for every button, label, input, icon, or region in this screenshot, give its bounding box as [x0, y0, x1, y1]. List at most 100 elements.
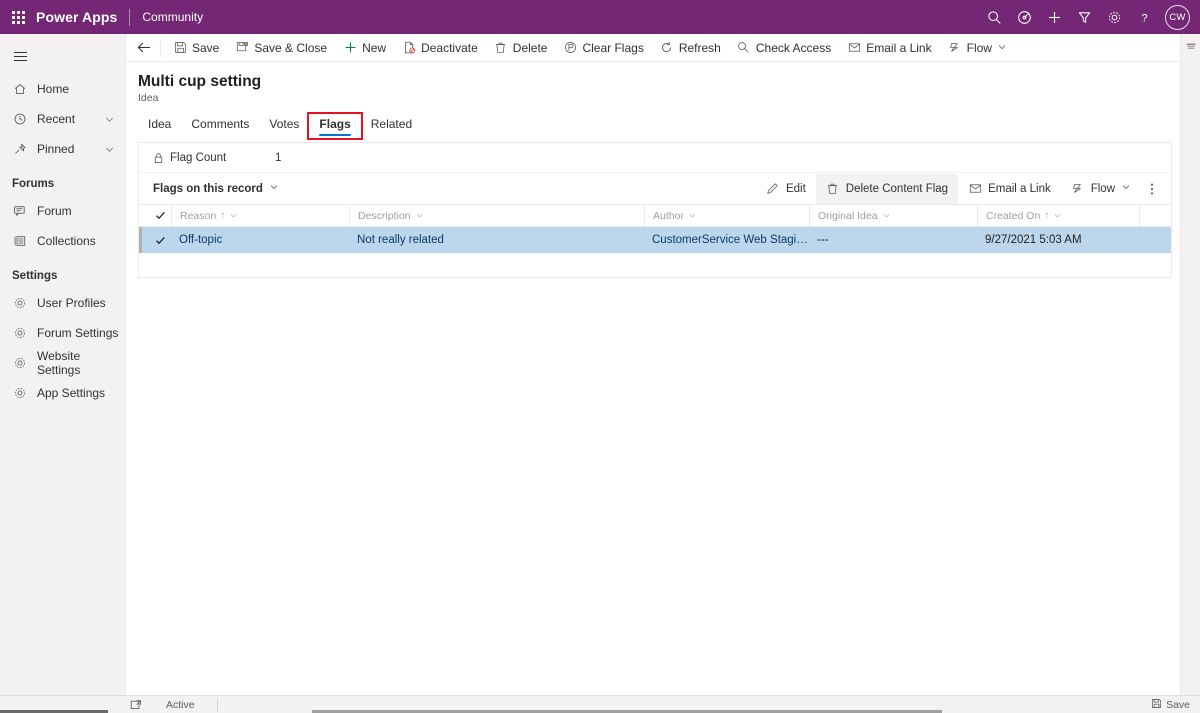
- new-button[interactable]: New: [335, 34, 394, 61]
- sidebar-item-app-settings[interactable]: App Settings: [0, 378, 125, 408]
- tab-idea[interactable]: Idea: [138, 117, 181, 138]
- column-header-original-idea[interactable]: Original Idea: [809, 204, 977, 227]
- tab-label: Idea: [148, 117, 172, 131]
- forum-icon: [12, 203, 28, 219]
- search-icon[interactable]: [979, 0, 1009, 34]
- tab-votes[interactable]: Votes: [259, 117, 309, 138]
- delete-content-flag-button[interactable]: Delete Content Flag: [815, 173, 959, 204]
- chevron-down-icon[interactable]: [104, 114, 115, 125]
- table-row[interactable]: Off-topic Not really related CustomerSer…: [139, 227, 1171, 253]
- command-label: Clear Flags: [582, 40, 644, 55]
- top-header-bar: Power Apps Community ? CW: [0, 0, 1200, 34]
- timeline-icon[interactable]: [1182, 38, 1200, 56]
- chevron-down-icon[interactable]: [688, 211, 697, 220]
- tab-comments[interactable]: Comments: [181, 117, 259, 138]
- chevron-down-icon[interactable]: [229, 211, 238, 220]
- sidebar-item-label: User Profiles: [37, 296, 106, 310]
- chevron-down-icon[interactable]: [1053, 211, 1062, 220]
- sidebar-item-label: Home: [37, 82, 70, 96]
- hamburger-menu-button[interactable]: [0, 38, 40, 74]
- filter-icon[interactable]: [1069, 0, 1099, 34]
- action-label: Flow: [1090, 182, 1115, 195]
- sidebar-item-collections[interactable]: Collections: [0, 226, 125, 256]
- cell-description[interactable]: Not really related: [349, 234, 644, 246]
- save-icon: [1151, 698, 1162, 712]
- sort-ascending-icon: ↑: [220, 210, 226, 221]
- chevron-down-icon[interactable]: [997, 41, 1007, 55]
- deactivate-button[interactable]: Deactivate: [394, 34, 486, 61]
- column-header-description[interactable]: Description: [349, 204, 644, 227]
- subgrid-view-selector[interactable]: Flags on this record: [153, 182, 279, 195]
- home-icon: [12, 81, 28, 97]
- edit-button[interactable]: Edit: [756, 174, 816, 204]
- cell-reason[interactable]: Off-topic: [171, 234, 349, 246]
- column-header-author[interactable]: Author: [644, 204, 809, 227]
- column-header-spacer: [1139, 204, 1171, 227]
- back-button[interactable]: [130, 34, 158, 61]
- collections-icon: [12, 233, 28, 249]
- command-label: Check Access: [755, 40, 832, 55]
- command-label: Save: [192, 40, 220, 55]
- more-commands-button[interactable]: [1141, 174, 1163, 204]
- refresh-button[interactable]: Refresh: [652, 34, 729, 61]
- tab-related[interactable]: Related: [361, 117, 422, 138]
- command-divider: [160, 38, 161, 57]
- command-label: Email a Link: [866, 40, 932, 55]
- chevron-down-icon[interactable]: [882, 211, 891, 220]
- status-save-button[interactable]: Save: [1151, 698, 1200, 712]
- brand-title[interactable]: Power Apps: [36, 9, 129, 25]
- sidebar-item-user-profiles[interactable]: User Profiles: [0, 288, 125, 318]
- column-header-created-on[interactable]: Created On ↑: [977, 204, 1139, 227]
- flow-icon: [1071, 182, 1085, 196]
- clear-flags-icon: [563, 41, 577, 55]
- chevron-down-icon: [1121, 182, 1131, 195]
- email-a-link-button[interactable]: Email a Link: [839, 34, 939, 61]
- open-in-new-window-icon[interactable]: [128, 699, 144, 711]
- tab-flags[interactable]: Flags: [307, 112, 363, 140]
- app-launcher-button[interactable]: [0, 0, 36, 34]
- gear-icon[interactable]: [1099, 0, 1129, 34]
- flow-button[interactable]: Flow: [940, 34, 1015, 61]
- environment-name[interactable]: Community: [142, 10, 203, 24]
- sidebar-item-pinned[interactable]: Pinned: [0, 134, 125, 164]
- sidebar-item-label: App Settings: [37, 386, 106, 400]
- save-button[interactable]: Save: [165, 34, 227, 61]
- chevron-down-icon[interactable]: [104, 144, 115, 155]
- clear-flags-button[interactable]: Clear Flags: [555, 34, 651, 61]
- record-status: Active: [166, 698, 195, 711]
- flag-count-field: Flag Count 1: [139, 143, 1171, 173]
- pencil-icon: [766, 182, 780, 196]
- command-label: Deactivate: [421, 40, 478, 55]
- save-and-close-button[interactable]: Save & Close: [227, 34, 335, 61]
- chevron-down-icon[interactable]: [415, 211, 424, 220]
- target-icon[interactable]: [1009, 0, 1039, 34]
- sidebar-item-recent[interactable]: Recent: [0, 104, 125, 134]
- page-title: Multi cup setting: [138, 73, 262, 90]
- select-all-checkbox[interactable]: [149, 210, 171, 221]
- sidebar-item-website-settings[interactable]: Website Settings: [0, 348, 125, 378]
- sidebar-item-home[interactable]: Home: [0, 74, 125, 104]
- avatar[interactable]: CW: [1165, 4, 1190, 30]
- power-apps-window: Power Apps Community ? CW Home Recent Pi…: [0, 0, 1200, 713]
- help-icon[interactable]: ?: [1129, 0, 1159, 34]
- email-a-link-button[interactable]: Email a Link: [958, 174, 1061, 204]
- sidebar-item-forum-settings[interactable]: Forum Settings: [0, 318, 125, 348]
- delete-button[interactable]: Delete: [486, 34, 556, 61]
- sort-ascending-icon: ↑: [1044, 210, 1050, 221]
- flow-button[interactable]: Flow: [1061, 174, 1141, 204]
- row-checkbox[interactable]: [149, 235, 171, 246]
- trash-icon: [494, 41, 508, 55]
- record-header: Multi cup setting Idea: [126, 62, 1200, 104]
- column-header-reason[interactable]: Reason ↑: [171, 204, 349, 227]
- check-access-button[interactable]: Check Access: [729, 34, 839, 61]
- save-close-icon: [235, 41, 249, 55]
- flag-count-value: 1: [275, 151, 282, 164]
- plus-icon[interactable]: [1039, 0, 1069, 34]
- refresh-icon: [660, 41, 674, 55]
- cell-author[interactable]: CustomerService Web Staging: [644, 234, 809, 246]
- tab-label: Comments: [191, 117, 250, 131]
- left-sidebar: Home Recent Pinned Forums Forum Collecti…: [0, 34, 126, 695]
- status-left: Active: [128, 698, 218, 711]
- sidebar-item-forum[interactable]: Forum: [0, 196, 125, 226]
- action-label: Email a Link: [988, 182, 1051, 195]
